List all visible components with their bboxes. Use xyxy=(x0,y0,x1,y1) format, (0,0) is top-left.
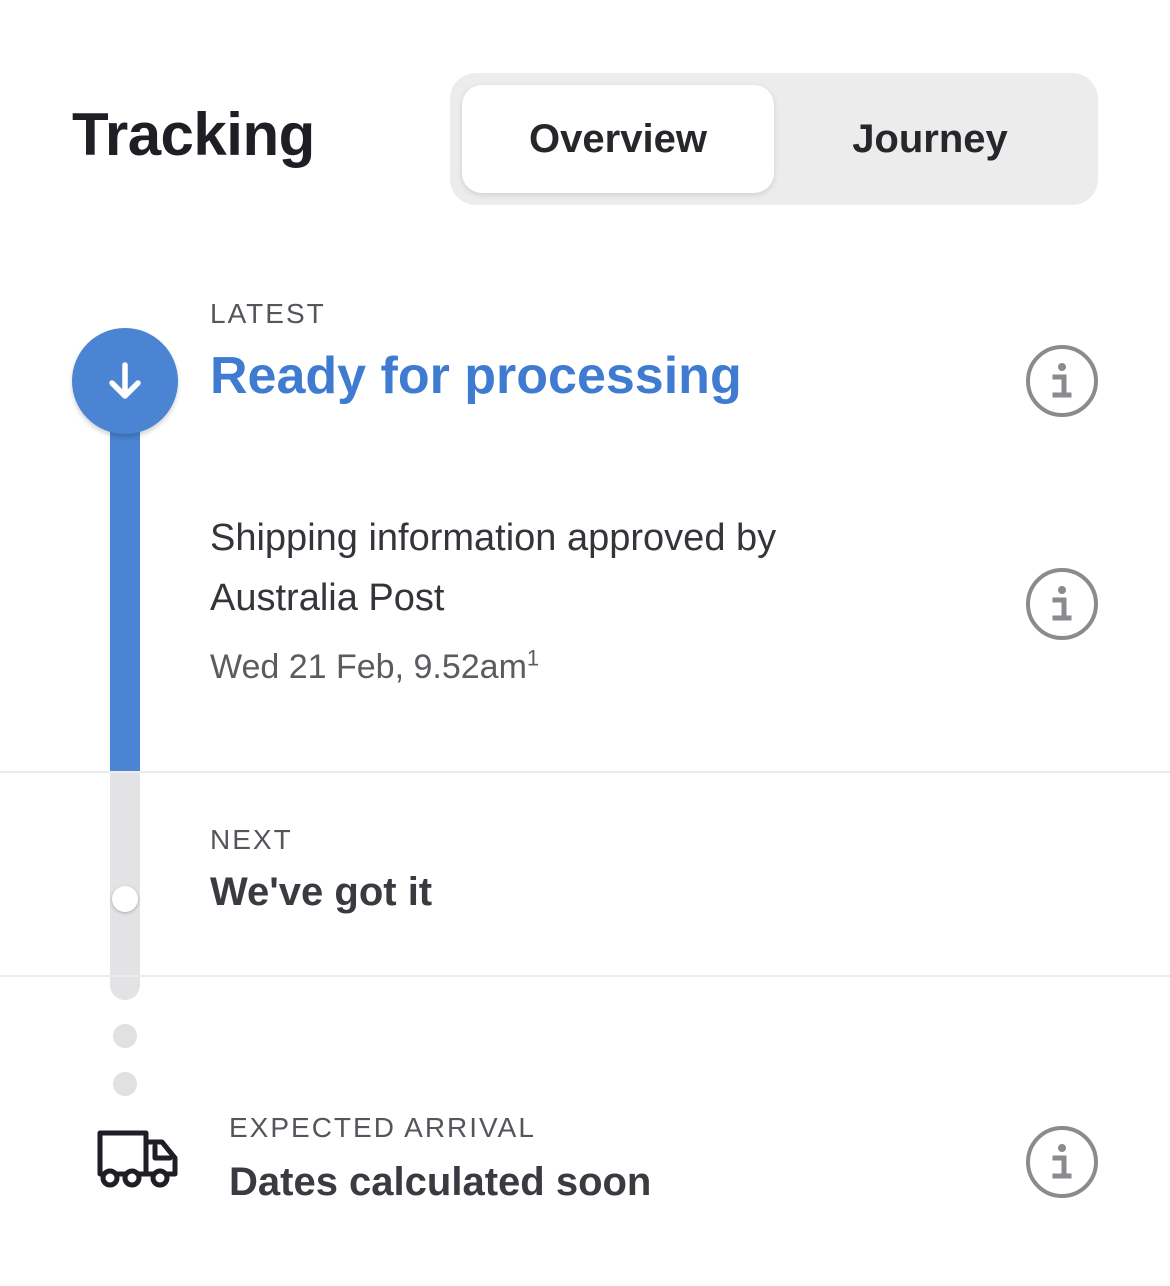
event-info-button[interactable] xyxy=(1026,568,1098,640)
timeline-progress-rail xyxy=(110,400,140,772)
latest-status: Ready for processing xyxy=(210,347,742,405)
tab-overview[interactable]: Overview xyxy=(462,85,774,193)
latest-info-button[interactable] xyxy=(1026,345,1098,417)
arrival-status: Dates calculated soon xyxy=(229,1160,652,1204)
arrival-label: EXPECTED ARRIVAL xyxy=(229,1112,536,1143)
next-status-marker xyxy=(112,886,138,912)
info-icon xyxy=(1052,1144,1072,1179)
event-timestamp-text: Wed 21 Feb, 9.52am xyxy=(210,648,527,686)
truck-icon xyxy=(96,1128,180,1197)
latest-status-marker xyxy=(72,328,178,434)
info-icon xyxy=(1052,363,1072,398)
tab-journey[interactable]: Journey xyxy=(774,85,1086,193)
next-status: We've got it xyxy=(210,870,433,914)
event-timestamp: Wed 21 Feb, 9.52am1 xyxy=(210,645,540,687)
event-description: Shipping information approved by Austral… xyxy=(210,517,777,619)
arrival-info-button[interactable] xyxy=(1026,1126,1098,1198)
arrow-down-icon xyxy=(109,362,141,399)
view-tabs: Overview Journey xyxy=(450,73,1098,205)
timeline-ellipsis-dot xyxy=(113,1072,137,1096)
next-label: NEXT xyxy=(210,824,293,855)
page-title: Tracking xyxy=(72,101,315,168)
section-divider xyxy=(0,975,1170,977)
info-icon xyxy=(1052,586,1072,621)
tracking-page: Tracking Overview Journey LATEST Ready f… xyxy=(0,0,1170,1286)
latest-label: LATEST xyxy=(210,298,326,329)
section-divider xyxy=(0,771,1170,773)
timeline-ellipsis-dot xyxy=(113,1024,137,1048)
timestamp-footnote: 1 xyxy=(526,645,540,671)
